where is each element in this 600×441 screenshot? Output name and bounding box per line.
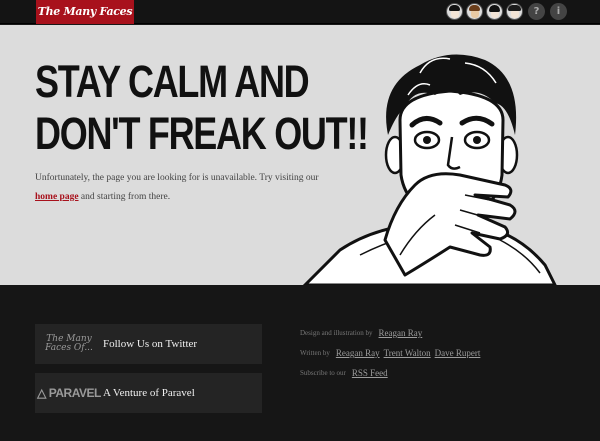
home-page-link[interactable]: home page <box>35 192 79 202</box>
design-credit: Design and illustration by Reagan Ray <box>300 323 484 343</box>
writer-link-trent[interactable]: Trent Walton <box>384 348 431 358</box>
many-faces-logo: The Many Faces Of... <box>45 334 93 353</box>
headline-line-1: STAY CALM AND <box>35 56 310 107</box>
help-icon[interactable]: ? <box>528 3 545 20</box>
twitter-label: Follow Us on Twitter <box>103 338 198 350</box>
site-logo[interactable]: The Many Faces Of... <box>36 0 134 42</box>
subscribe-label: Subscribe to our <box>300 369 346 377</box>
writer-credit: Written by Reagan Ray Trent Walton Dave … <box>300 343 484 363</box>
message-text: Unfortunately, the page you are looking … <box>35 173 319 183</box>
paravel-logo-text: PARAVEL <box>48 386 102 400</box>
writer-credit-label: Written by <box>300 349 330 357</box>
paravel-label: A Venture of Paravel <box>103 387 195 399</box>
error-message: Unfortunately, the page you are looking … <box>35 169 320 207</box>
avatar-person-2[interactable] <box>466 3 483 20</box>
designer-link[interactable]: Reagan Ray <box>379 328 423 338</box>
triangle-icon: △ <box>37 386 46 400</box>
design-credit-label: Design and illustration by <box>300 329 373 337</box>
paravel-logo: △ PARAVEL <box>35 386 103 400</box>
headline-line-2: DON'T FREAK OUT!! <box>35 108 369 159</box>
writer-link-reagan[interactable]: Reagan Ray <box>336 348 380 358</box>
shocked-man-illustration <box>302 54 557 285</box>
top-bar: The Many Faces Of... ? i <box>0 0 600 42</box>
rss-feed-link[interactable]: RSS Feed <box>352 368 388 378</box>
subscribe-line: Subscribe to our RSS Feed <box>300 363 484 383</box>
avatar-person-4[interactable] <box>506 3 523 20</box>
info-icon[interactable]: i <box>550 3 567 20</box>
writer-link-dave[interactable]: Dave Rupert <box>435 348 481 358</box>
twitter-follow-button[interactable]: The Many Faces Of... Follow Us on Twitte… <box>35 324 262 364</box>
hero-section: STAY CALM AND DON'T FREAK OUT!! Unfortun… <box>0 25 600 285</box>
avatar-nav: ? i <box>446 3 567 20</box>
credits: Design and illustration by Reagan Ray Wr… <box>300 323 484 383</box>
avatar-person-1[interactable] <box>446 3 463 20</box>
paravel-link-button[interactable]: △ PARAVEL A Venture of Paravel <box>35 373 262 413</box>
avatar-person-3[interactable] <box>486 3 503 20</box>
footer: The Many Faces Of... Follow Us on Twitte… <box>0 285 600 441</box>
message-text-end: and starting from there. <box>78 192 171 202</box>
page-headline: STAY CALM AND DON'T FREAK OUT!! <box>35 56 369 160</box>
